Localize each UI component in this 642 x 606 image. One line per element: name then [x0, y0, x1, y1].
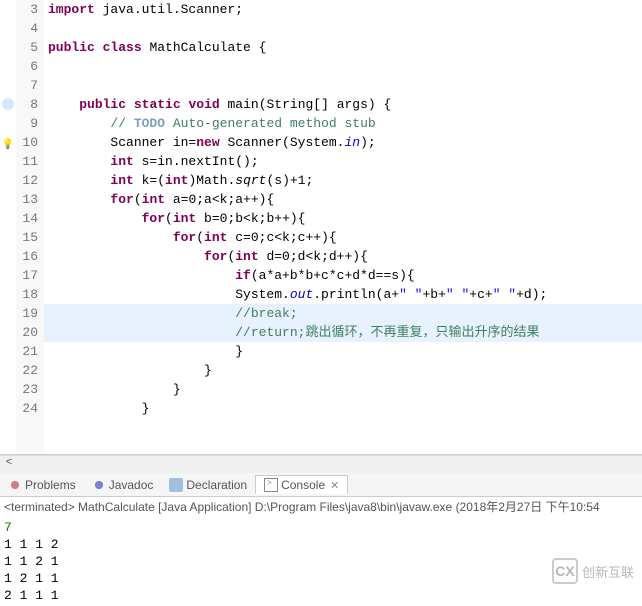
code-line[interactable]: import java.util.Scanner;: [44, 0, 642, 19]
line-number: 3: [16, 0, 38, 19]
line-number: 10: [16, 133, 38, 152]
code-line[interactable]: for(int b=0;b<k;b++){: [44, 209, 642, 228]
marker-slot: [0, 383, 16, 402]
marker-slot: [0, 364, 16, 383]
line-number: 5: [16, 38, 38, 57]
scroll-left-button[interactable]: <: [0, 457, 18, 473]
code-line[interactable]: for(int d=0;d<k;d++){: [44, 247, 642, 266]
marker-slot: [0, 250, 16, 269]
line-number: 21: [16, 342, 38, 361]
console-stdout-line: 1 1 2 1: [4, 553, 638, 570]
line-number: 9: [16, 114, 38, 133]
marker-slot: [0, 155, 16, 174]
line-number: 18: [16, 285, 38, 304]
marker-slot: [0, 38, 16, 57]
console-stdout-line: 2 1 1 1: [4, 587, 638, 604]
code-line[interactable]: for(int c=0;c<k;c++){: [44, 228, 642, 247]
line-number: 13: [16, 190, 38, 209]
console-output[interactable]: 71 1 1 21 1 2 11 2 1 12 1 1 1: [0, 517, 642, 606]
marker-slot: [0, 57, 16, 76]
code-line[interactable]: if(a*a+b*b+c*c+d*d==s){: [44, 266, 642, 285]
line-number-gutter: 3456789101112131415161718192021222324: [16, 0, 44, 454]
code-line[interactable]: [44, 76, 642, 95]
code-line[interactable]: // TODO Auto-generated method stub: [44, 114, 642, 133]
code-line[interactable]: //break;: [44, 304, 642, 323]
code-line[interactable]: }: [44, 380, 642, 399]
code-line[interactable]: }: [44, 361, 642, 380]
code-line[interactable]: //return;跳出循环，不再重复，只输出升序的结果: [44, 323, 642, 342]
tab-close-icon[interactable]: ✕: [330, 479, 339, 492]
line-number: 15: [16, 228, 38, 247]
line-number: 19: [16, 304, 38, 323]
code-line[interactable]: int k=(int)Math.sqrt(s)+1;: [44, 171, 642, 190]
line-number: 16: [16, 247, 38, 266]
marker-slot: [0, 269, 16, 288]
console-stdout-line: 1 2 1 1: [4, 570, 638, 587]
watermark: CX 创新互联: [552, 558, 634, 584]
marker-slot: [0, 0, 16, 19]
code-line[interactable]: Scanner in=new Scanner(System.in);: [44, 133, 642, 152]
code-editor[interactable]: 💡 3456789101112131415161718192021222324 …: [0, 0, 642, 455]
marker-slot: [0, 19, 16, 38]
marker-slot: [0, 174, 16, 193]
horizontal-scrollbar[interactable]: <: [0, 455, 642, 473]
code-line[interactable]: [44, 19, 642, 38]
line-number: 12: [16, 171, 38, 190]
tab-label: Javadoc: [109, 478, 154, 492]
code-line[interactable]: int s=in.nextInt();: [44, 152, 642, 171]
marker-bar: 💡: [0, 0, 16, 454]
console-stdout-line: 1 1 1 2: [4, 536, 638, 553]
line-number: 23: [16, 380, 38, 399]
code-line[interactable]: public static void main(String[] args) {: [44, 95, 642, 114]
marker-slot: [0, 288, 16, 307]
javadoc-icon: [92, 478, 106, 492]
tab-declaration[interactable]: Declaration: [161, 476, 255, 494]
marker-slot: [0, 98, 16, 117]
view-tabs: Problems Javadoc Declaration Console ✕: [0, 473, 642, 497]
tab-javadoc[interactable]: Javadoc: [84, 476, 162, 494]
problems-icon: [8, 478, 22, 492]
marker-slot: [0, 193, 16, 212]
quickfix-bulb-icon: 💡: [0, 136, 16, 155]
line-number: 6: [16, 57, 38, 76]
decl-icon: [169, 478, 183, 492]
line-number: 11: [16, 152, 38, 171]
marker-slot: [0, 345, 16, 364]
tab-label: Declaration: [186, 478, 247, 492]
code-area[interactable]: import java.util.Scanner; public class Ma…: [44, 0, 642, 454]
tab-label: Console: [281, 478, 325, 492]
code-line[interactable]: }: [44, 342, 642, 361]
marker-slot: [0, 402, 16, 421]
override-marker-icon: [2, 98, 14, 110]
line-number: 8: [16, 95, 38, 114]
tab-problems[interactable]: Problems: [0, 476, 84, 494]
watermark-text: 创新互联: [582, 562, 634, 581]
code-line[interactable]: public class MathCalculate {: [44, 38, 642, 57]
console-status-line: <terminated> MathCalculate [Java Applica…: [0, 497, 642, 517]
code-line[interactable]: for(int a=0;a<k;a++){: [44, 190, 642, 209]
code-line[interactable]: }: [44, 399, 642, 418]
code-line[interactable]: System.out.println(a+" "+b+" "+c+" "+d);: [44, 285, 642, 304]
marker-slot: [0, 231, 16, 250]
marker-slot: [0, 76, 16, 95]
line-number: 7: [16, 76, 38, 95]
marker-slot: [0, 117, 16, 136]
line-number: 22: [16, 361, 38, 380]
console-stdin-line: 7: [4, 519, 638, 536]
tab-label: Problems: [25, 478, 76, 492]
console-icon: [264, 478, 278, 492]
line-number: 24: [16, 399, 38, 418]
code-line[interactable]: [44, 57, 642, 76]
line-number: 17: [16, 266, 38, 285]
marker-slot: [0, 326, 16, 345]
line-number: 4: [16, 19, 38, 38]
line-number: 20: [16, 323, 38, 342]
line-number: 14: [16, 209, 38, 228]
watermark-logo: CX: [552, 558, 578, 584]
marker-slot: [0, 307, 16, 326]
tab-console[interactable]: Console ✕: [255, 475, 348, 494]
marker-slot: [0, 212, 16, 231]
